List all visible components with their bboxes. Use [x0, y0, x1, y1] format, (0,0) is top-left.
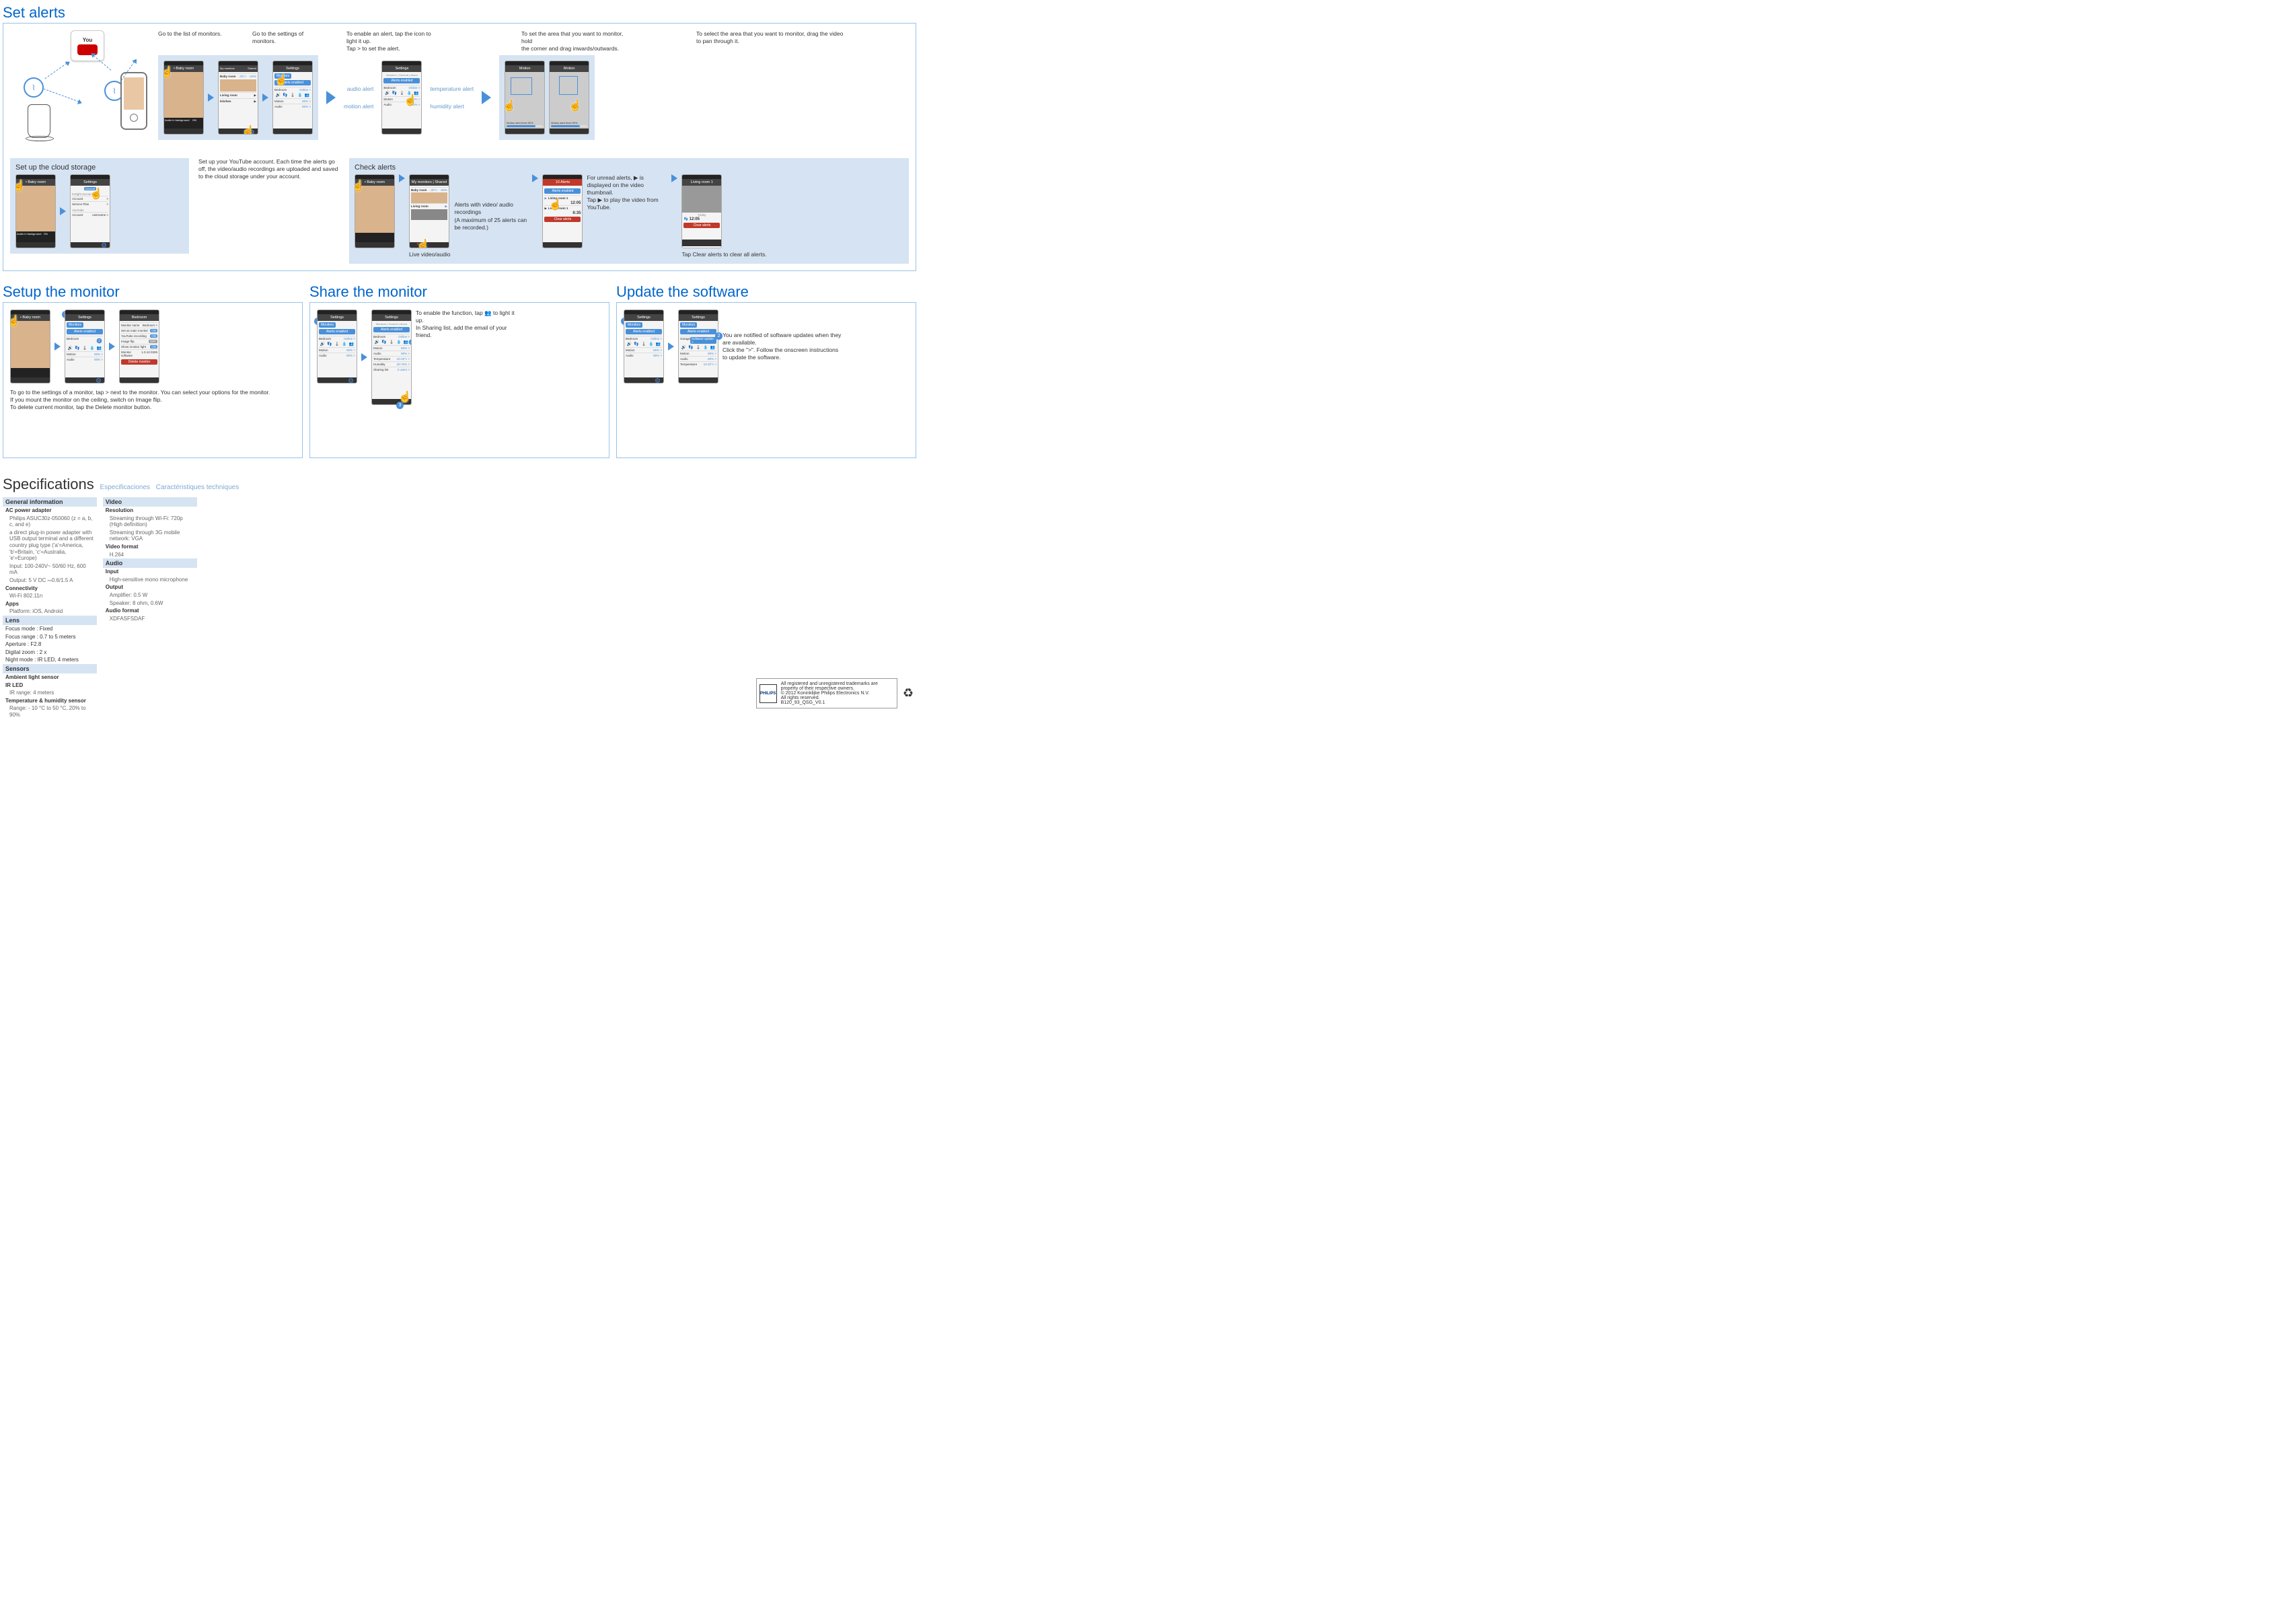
section-title-setup: Setup the monitor — [3, 283, 303, 301]
phone-screenshot: Settings Monitors Alerts enabled GarageS… — [678, 309, 718, 383]
philips-logo-icon: PHILIPS — [760, 684, 777, 703]
subhead-check: Check alerts — [355, 163, 903, 172]
phone-screenshot: • Baby room — [355, 174, 395, 248]
step-panel: Motion Motion alert level 80% Mo — [499, 55, 595, 140]
cloud-desc: Set up your YouTube account. Each time t… — [198, 158, 340, 180]
arrow-icon — [60, 207, 66, 215]
camera-icon — [28, 104, 50, 138]
step-badge-3: 3 — [396, 402, 404, 409]
setup-monitor-box: • Baby room 1 Settings Monitors — [3, 302, 303, 458]
arrow-icon — [262, 94, 268, 102]
arrow-icon — [54, 342, 61, 351]
section-title-share: Share the monitor — [309, 283, 609, 301]
alerts-note: Alerts with video/ audio recordings (A m… — [454, 201, 528, 231]
specs-es: Especificaciones — [100, 484, 150, 491]
phone-screenshot: Motion Motion alert level 80% — [549, 61, 589, 135]
phone-screenshot: 10 Alerts Alerts enabled ▶Living room 1 … — [542, 174, 583, 248]
arrow-icon — [208, 94, 214, 102]
label-audio-alert: audio alert — [347, 85, 374, 92]
cloud-storage-panel: Set up the cloud storage • Baby room Aud… — [10, 158, 189, 254]
connectivity-diagram: You ⌇ ⌇ — [10, 30, 145, 151]
spec-col-video-audio: Video Resolution Streaming through Wi-Fi… — [103, 497, 197, 622]
phone-screenshot: Settings Monitors Alerts enabled Bedroom… — [65, 309, 105, 383]
wifi-icon: ⌇ — [24, 77, 44, 98]
phone-screenshot: Motion Motion alert level 80% — [505, 61, 545, 135]
update-software-box: 1 Settings Monitors Alerts enabled Bedro… — [616, 302, 916, 458]
step-caption: Go to the settings of monitors. — [252, 30, 320, 45]
step-caption: To enable an alert, tap the icon to ligh… — [346, 30, 441, 52]
section-title-set-alerts: Set alerts — [3, 4, 916, 22]
section-title-specs: Specifications — [3, 476, 94, 492]
phone-screenshot: Bedroom Monitor nameBedroom > Set as mai… — [119, 309, 159, 383]
arrow-icon — [671, 174, 677, 182]
phone-screenshot: Settings Monitors Alerts enabled Bedroom… — [624, 309, 664, 383]
subhead-cloud: Set up the cloud storage — [15, 163, 184, 172]
phone-screenshot: My monitors | Shared Baby room↓25°c · ↓5… — [409, 174, 449, 248]
specs-fr: Caractéristiques techniques — [156, 484, 239, 491]
arrow-icon — [361, 353, 367, 361]
update-tips: You are notified of software updates whe… — [723, 332, 844, 361]
spec-col-general: General information AC power adapter Phi… — [3, 497, 97, 719]
phone-screenshot: My monitorsShared Baby room↓25°c · ↓50% … — [218, 61, 258, 135]
phone-screenshot: Settings Monitors Alerts enabled Bedroom… — [317, 309, 357, 383]
set-alerts-box: You ⌇ ⌇ Go to the list of monitors. — [3, 23, 916, 271]
youtube-icon: You — [71, 30, 104, 61]
unread-note: For unread alerts, ▶ is displayed on the… — [587, 174, 667, 211]
phone-screenshot: • Baby room — [10, 309, 50, 383]
arrow-icon — [482, 91, 491, 104]
setup-tips: To go to the settings of a monitor, tap … — [10, 389, 295, 411]
recycle-icon: ♻ — [903, 686, 914, 700]
label-humidity-alert: humidity alert — [430, 103, 474, 110]
share-tips: To enable the function, tap 👥 to light i… — [416, 309, 517, 339]
section-title-update: Update the software — [616, 283, 916, 301]
footer-legal: PHILIPS All registered and unregistered … — [756, 678, 897, 708]
step-badge-2: 2 — [715, 332, 723, 340]
arrow-icon — [109, 342, 115, 351]
phone-outline-icon — [120, 72, 147, 130]
phone-screenshot: Living room 1 Today 👣12:05 Clear alerts — [681, 174, 722, 248]
phone-screenshot: Settings Monitors | General | About Aler… — [371, 309, 412, 405]
phone-screenshot: • Baby room Audio in background ON — [15, 174, 56, 248]
arrow-icon — [399, 174, 405, 182]
phone-screenshot: • Baby room Audio in background ON — [163, 61, 204, 135]
step-panel: • Baby room Audio in background ON — [158, 55, 318, 140]
label-temperature-alert: temperature alert — [430, 85, 474, 92]
phone-screenshot: Settings Monitors Alerts enabled Bedroom… — [272, 61, 313, 135]
check-alerts-panel: Check alerts • Baby room — [349, 158, 909, 264]
phone-screenshot: Settings General InSight account Account… — [70, 174, 110, 248]
arrow-icon — [668, 342, 674, 351]
arrow-icon — [532, 174, 538, 182]
clear-tip: Tap Clear alerts to clear all alerts. — [681, 251, 766, 258]
share-monitor-box: 1 Settings Monitors Alerts enabled Bedro… — [309, 302, 609, 458]
label-motion-alert: motion alert — [344, 103, 373, 110]
step-caption: Go to the list of monitors. — [158, 30, 225, 38]
step-caption: To set the area that you want to monitor… — [521, 30, 629, 52]
arrow-icon — [326, 91, 336, 104]
label-live: Live video/audio — [409, 251, 450, 258]
step-caption: To select the area that you want to moni… — [696, 30, 844, 45]
phone-screenshot: Settings Monitors | General | About Aler… — [381, 61, 422, 135]
